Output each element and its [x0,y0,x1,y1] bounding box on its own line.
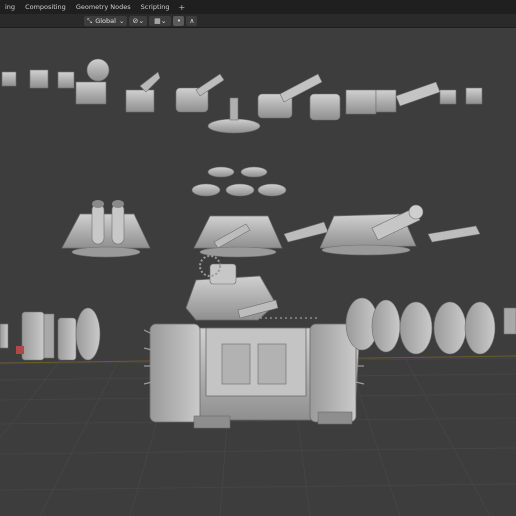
right-wheel-parts [345,297,516,355]
tab-compositing[interactable]: Compositing [20,0,71,14]
proportional-edit-toggle[interactable]: • [173,15,185,26]
transform-pivot-button[interactable]: ⊘⌄ [129,15,148,26]
transform-orientation-label: Global [95,16,116,25]
left-track-parts [0,307,101,361]
tab-scripting[interactable]: Scripting [136,0,175,14]
tab-layout-partial[interactable]: ing [0,0,20,14]
add-workspace-button[interactable]: + [175,3,190,12]
mid-row-turrets [61,200,481,258]
viewport-scene [0,58,516,516]
viewport-header: ⤡ Global ⌄ ⊘⌄ ▦⌄ • ∧ [0,14,516,28]
proportional-edit-icon: • [176,16,181,25]
falloff-curve-icon: ∧ [189,16,195,25]
turret-stack-parts [191,166,287,197]
transform-pivot-icon: ⊘⌄ [132,16,145,25]
workspace-tab-bar: ing Compositing Geometry Nodes Scripting… [0,0,516,14]
proportional-falloff-button[interactable]: ∧ [186,15,198,26]
chevron-down-icon: ⌄ [118,16,125,25]
3d-viewport[interactable] [0,28,516,516]
transform-orientation-dropdown[interactable]: ⤡ Global ⌄ [84,15,128,26]
snap-button[interactable]: ▦⌄ [149,15,172,26]
orientation-icon: ⤡ [87,16,93,25]
snap-icon: ▦⌄ [154,16,167,25]
tab-geometry-nodes[interactable]: Geometry Nodes [71,0,136,14]
main-tank-model [143,255,365,429]
top-row-parts [1,58,483,134]
